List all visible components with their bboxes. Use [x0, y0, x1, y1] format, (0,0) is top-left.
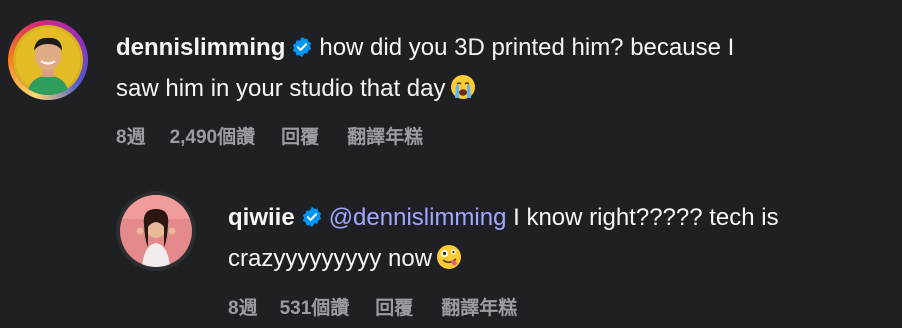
translate-button[interactable]: 翻譯年糕 — [347, 122, 423, 149]
verified-badge-icon — [301, 202, 323, 240]
username[interactable]: dennislimming — [116, 34, 285, 61]
comment-text-continued: saw him in your studio that day — [116, 75, 446, 102]
comment-text: I know right????? tech is — [513, 204, 779, 231]
comment-text-continued: crazyyyyyyyyy now — [228, 245, 433, 272]
comment-text-block: dennislimming how did you 3D printed him?… — [116, 29, 876, 112]
username[interactable]: qiwiie — [228, 204, 295, 231]
translate-button[interactable]: 翻譯年糕 — [441, 293, 517, 320]
verified-badge-icon — [291, 32, 313, 70]
comment-line-2: crazyyyyyyyyy now — [228, 240, 888, 282]
comment-line-1: qiwiie @dennislimming I know right????? t… — [228, 199, 888, 240]
like-count[interactable]: 2,490個讚 — [170, 122, 256, 149]
reply-button[interactable]: 回覆 — [375, 293, 413, 320]
avatar[interactable] — [120, 195, 192, 267]
mention-link[interactable]: @dennislimming — [329, 204, 507, 231]
timestamp[interactable]: 8週 — [116, 122, 146, 149]
comment-text: how did you 3D printed him? because I — [319, 34, 735, 61]
avatar-image — [120, 195, 192, 267]
like-count[interactable]: 531個讚 — [280, 293, 350, 320]
avatar-story-ring[interactable] — [8, 20, 88, 100]
comment-meta: 8週 531個讚 回覆 翻譯年糕 — [228, 293, 517, 320]
avatar[interactable] — [13, 25, 83, 95]
loudly-crying-face-icon — [450, 74, 476, 112]
comment-line-2: saw him in your studio that day — [116, 70, 876, 112]
zany-face-icon — [436, 244, 462, 282]
comment-meta: 8週 2,490個讚 回覆 翻譯年糕 — [116, 122, 423, 149]
reply-button[interactable]: 回覆 — [281, 122, 319, 149]
avatar-image — [13, 25, 83, 95]
comment-line-1: dennislimming how did you 3D printed him?… — [116, 29, 876, 70]
comment-text-block: qiwiie @dennislimming I know right????? t… — [228, 199, 888, 282]
avatar-border[interactable] — [116, 191, 196, 271]
timestamp[interactable]: 8週 — [228, 293, 258, 320]
